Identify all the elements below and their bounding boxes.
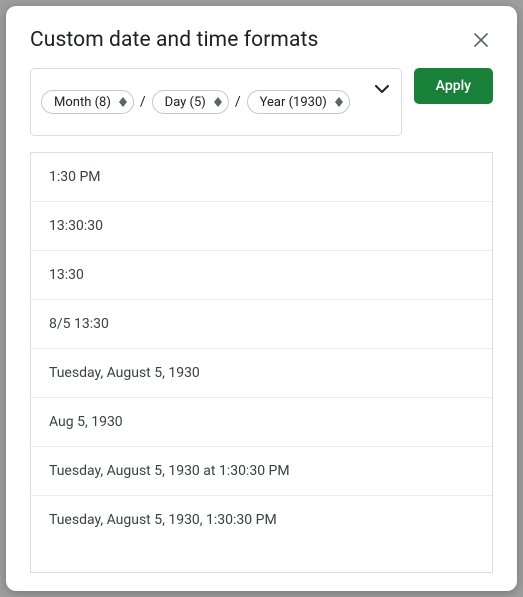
chip-year[interactable]: Year (1930) [247,90,350,114]
dialog-header: Custom date and time formats [30,28,493,52]
list-item[interactable]: Tuesday, August 5, 1930 [31,349,492,398]
examples-list[interactable]: 1:30 PM 13:30:30 13:30 8/5 13:30 Tuesday… [31,153,492,572]
list-item[interactable]: 1:30 PM [31,153,492,202]
controls-row: Month (8) / Day (5) / Year (1930 [30,68,493,136]
dialog-title: Custom date and time formats [30,28,318,52]
chip-stepper-icon[interactable] [335,97,343,107]
chip-label: Year (1930) [260,95,327,110]
list-item[interactable]: Tuesday, August 5, 1930 at 1:30:30 PM [31,447,492,496]
apply-button[interactable]: Apply [414,68,493,104]
examples-list-container: 1:30 PM 13:30:30 13:30 8/5 13:30 Tuesday… [30,152,493,573]
separator: / [233,94,243,110]
list-item[interactable]: 13:30 [31,251,492,300]
chip-day[interactable]: Day (5) [152,90,229,114]
chip-stepper-icon[interactable] [214,97,222,107]
custom-datetime-dialog: Custom date and time formats Month (8) /… [6,6,517,591]
close-icon [474,33,488,47]
list-item[interactable]: 8/5 13:30 [31,300,492,349]
chip-label: Day (5) [165,95,206,110]
close-button[interactable] [469,28,493,52]
list-item[interactable]: Aug 5, 1930 [31,398,492,447]
chip-month[interactable]: Month (8) [41,90,134,114]
chip-stepper-icon[interactable] [119,97,127,107]
separator: / [138,94,148,110]
list-item[interactable]: 13:30:30 [31,202,492,251]
add-format-part-button[interactable] [373,80,391,98]
format-input[interactable]: Month (8) / Day (5) / Year (1930 [30,68,402,136]
chip-label: Month (8) [54,95,111,110]
list-item[interactable]: Tuesday, August 5, 1930, 1:30:30 PM [31,496,492,544]
chevron-down-icon [375,85,389,93]
